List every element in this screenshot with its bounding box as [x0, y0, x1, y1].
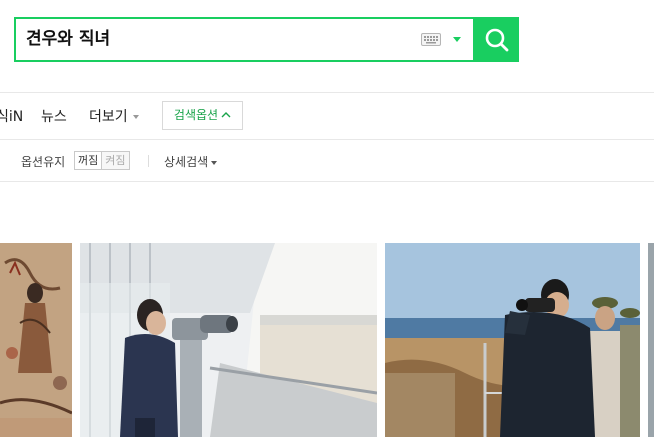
toggle-on-button[interactable]: 켜짐 — [102, 152, 129, 169]
search-options-button[interactable]: 검색옵션 — [162, 101, 243, 130]
caret-down-icon — [211, 160, 218, 165]
search-input[interactable]: 견우와 직녀 — [16, 19, 416, 60]
keyboard-icon[interactable] — [421, 33, 441, 46]
magnifier-icon — [485, 28, 509, 52]
detail-search-label: 상세검색 — [164, 155, 209, 169]
keep-options-label: 옵션유지 — [21, 155, 66, 169]
toggle-off-button[interactable]: 꺼짐 — [75, 152, 103, 169]
tab-kin[interactable]: 식iN — [0, 106, 23, 126]
tab-more-label: 더보기 — [89, 109, 128, 125]
detail-search-button[interactable]: 상세검색 — [164, 153, 218, 170]
options-divider — [0, 181, 654, 182]
search-box: 견우와 직녀 — [14, 17, 519, 62]
image-result-woman-binoculars[interactable] — [80, 243, 377, 437]
image-result-man-binoculars[interactable] — [385, 243, 640, 437]
search-options-label: 검색옵션 — [173, 108, 219, 122]
search-button[interactable] — [473, 17, 519, 62]
chevron-up-icon — [221, 112, 231, 118]
tab-more[interactable]: 더보기 — [89, 106, 139, 126]
keep-options-toggle: 꺼짐 켜짐 — [74, 151, 130, 170]
header-divider — [0, 92, 654, 93]
triangle-down-icon[interactable] — [448, 29, 466, 49]
tabs-divider — [0, 139, 654, 140]
divider — [148, 155, 149, 167]
image-result-partial[interactable] — [648, 243, 654, 437]
tab-news[interactable]: 뉴스 — [41, 106, 67, 126]
chevron-down-icon — [132, 115, 139, 119]
image-result-mural[interactable] — [0, 243, 72, 437]
